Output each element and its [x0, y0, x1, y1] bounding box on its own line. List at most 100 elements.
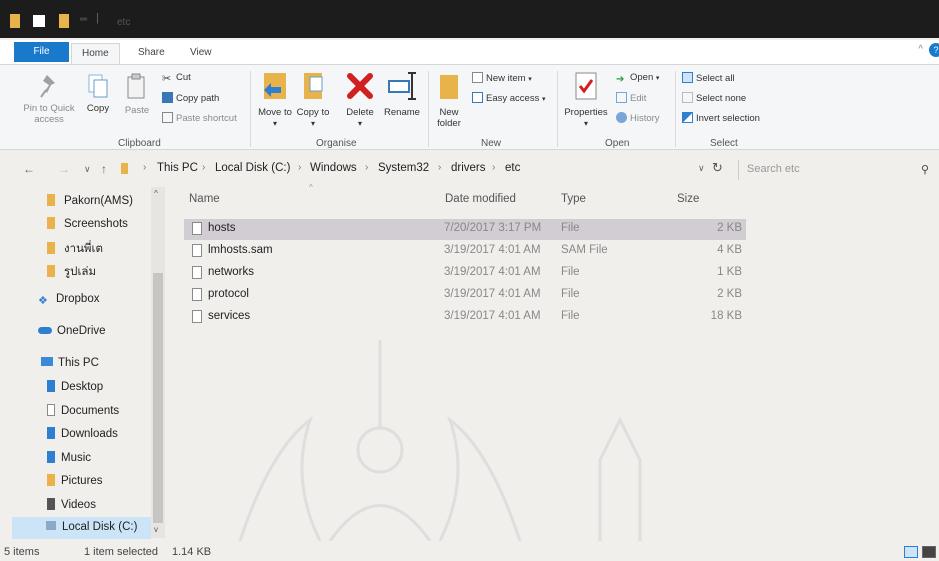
delete-label: Delete [346, 107, 374, 118]
file-name: protocol [208, 288, 249, 300]
delete-button[interactable]: Delete ▾ [340, 69, 380, 129]
quick-access-folder-icon[interactable] [10, 14, 20, 28]
music-icon [47, 451, 55, 463]
table-row[interactable]: hosts 7/20/2017 3:17 PM File 2 KB [184, 219, 746, 240]
nav-item-onedrive[interactable]: OneDrive [38, 325, 106, 337]
quick-access-properties-icon[interactable] [33, 15, 45, 27]
up-icon[interactable]: ↑ [101, 162, 107, 176]
copy-to-button[interactable]: Copy to ▾ [296, 69, 330, 129]
crumb-local-disk[interactable]: Local Disk (C:) [215, 162, 290, 174]
nav-item-this-pc[interactable]: This PC [41, 357, 99, 369]
file-icon [192, 266, 202, 279]
column-header-name[interactable]: Name [189, 193, 220, 205]
rename-button[interactable]: Rename [381, 69, 423, 118]
cut-label: Cut [176, 72, 191, 83]
pictures-icon [47, 474, 55, 486]
file-date: 3/19/2017 4:01 AM [444, 266, 541, 278]
tab-share[interactable]: Share [128, 43, 175, 64]
properties-button[interactable]: Properties ▾ [562, 69, 610, 129]
large-icons-view-icon[interactable] [922, 546, 936, 558]
details-view-icon[interactable] [904, 546, 918, 558]
new-item-icon [472, 72, 483, 83]
nav-item-label: Documents [61, 405, 120, 417]
new-item-dropdown-icon: ▾ [528, 76, 532, 83]
nav-item-videos[interactable]: Videos [47, 498, 96, 511]
new-item-button[interactable]: New item ▾ [472, 72, 532, 84]
address-dropdown-icon[interactable]: ∨ [698, 163, 705, 174]
open-button[interactable]: ➔ Open ▾ [616, 72, 659, 85]
search-box[interactable]: Search etc ⚲ [738, 160, 937, 180]
tab-view[interactable]: View [180, 43, 222, 64]
table-row[interactable]: lmhosts.sam 3/19/2017 4:01 AM SAM File 4… [184, 241, 746, 262]
file-date: 3/19/2017 4:01 AM [444, 244, 541, 256]
edit-icon [616, 92, 627, 103]
ribbon-separator [250, 71, 251, 147]
scrollbar-thumb[interactable] [153, 273, 163, 523]
crumb-separator: › [492, 162, 496, 173]
group-label-organise: Organise [316, 138, 357, 149]
nav-item-music[interactable]: Music [47, 451, 91, 464]
search-icon[interactable]: ⚲ [921, 163, 929, 176]
select-all-button[interactable]: Select all [682, 72, 735, 84]
history-button[interactable]: History [616, 112, 660, 124]
paste-button[interactable]: Paste [118, 73, 156, 116]
nav-item-dropbox[interactable]: ❖ Dropbox [38, 293, 99, 307]
invert-selection-button[interactable]: Invert selection [682, 112, 760, 124]
nav-item[interactable]: รูปเล่ม [47, 263, 96, 281]
column-header-size[interactable]: Size [677, 193, 699, 205]
crumb-windows[interactable]: Windows [310, 162, 357, 174]
nav-item-local-disk[interactable]: Local Disk (C:) [12, 517, 151, 539]
table-row[interactable]: networks 3/19/2017 4:01 AM File 1 KB [184, 263, 746, 284]
group-label-new: New [481, 138, 502, 149]
ribbon-separator [675, 71, 676, 147]
window-title: etc [117, 17, 131, 28]
quick-access-new-folder-icon[interactable] [59, 14, 69, 28]
group-label-open: Open [605, 138, 630, 149]
group-label-clipboard: Clipboard [118, 138, 161, 149]
copy-path-button[interactable]: Copy path [162, 92, 219, 104]
nav-item-documents[interactable]: Documents [47, 404, 119, 417]
pin-label: Pin to Quick access [23, 103, 75, 125]
nav-item-label: Pictures [61, 475, 103, 487]
recent-locations-icon[interactable]: ∨ [84, 164, 91, 175]
status-item-count: 5 items [4, 546, 40, 558]
help-icon[interactable]: ? [929, 43, 939, 57]
file-size: 2 KB [717, 222, 742, 234]
scroll-down-icon[interactable]: v [154, 525, 158, 534]
new-folder-button[interactable]: New folder [432, 69, 466, 129]
nav-item-pictures[interactable]: Pictures [47, 474, 103, 487]
cut-button[interactable]: ✂ Cut [162, 72, 191, 85]
move-to-button[interactable]: Move to ▾ [255, 69, 295, 129]
select-none-button[interactable]: Select none [682, 92, 746, 104]
easy-access-button[interactable]: Easy access ▾ [472, 92, 545, 104]
move-to-label: Move to [258, 107, 292, 118]
delete-icon [347, 73, 373, 99]
back-icon[interactable]: ← [23, 162, 35, 176]
minimize-ribbon-icon[interactable]: ^ [918, 44, 923, 55]
tab-file[interactable]: File [14, 42, 69, 62]
tab-home[interactable]: Home [71, 43, 120, 64]
nav-item[interactable]: งานพี่เต [47, 240, 103, 258]
pin-to-quick-access-button[interactable]: Pin to Quick access [18, 73, 80, 125]
crumb-system32[interactable]: System32 [378, 162, 429, 174]
nav-item[interactable]: Pakorn(AMS) [47, 194, 133, 207]
nav-item-desktop[interactable]: Desktop [47, 380, 103, 393]
column-header-date[interactable]: Date modified [445, 193, 516, 205]
nav-item-downloads[interactable]: Downloads [47, 427, 118, 440]
nav-item-label: Pakorn(AMS) [64, 195, 134, 207]
nav-pane-scrollbar[interactable]: ^ v [151, 187, 165, 538]
paste-shortcut-button[interactable]: Paste shortcut [162, 112, 237, 124]
edit-button[interactable]: Edit [616, 92, 646, 104]
scroll-up-icon[interactable]: ^ [154, 189, 158, 198]
crumb-this-pc[interactable]: This PC [157, 162, 198, 174]
customize-qat-icon[interactable]: ═ [80, 14, 87, 25]
forward-icon[interactable]: → [58, 162, 70, 176]
nav-item-label: Downloads [61, 428, 118, 440]
copy-button[interactable]: Copy [82, 73, 114, 114]
search-input[interactable]: Search etc [747, 163, 800, 175]
column-header-type[interactable]: Type [561, 193, 586, 205]
refresh-icon[interactable]: ↻ [712, 160, 723, 176]
crumb-etc[interactable]: etc [505, 162, 520, 174]
nav-item[interactable]: Screenshots [47, 217, 128, 230]
crumb-drivers[interactable]: drivers [451, 162, 486, 174]
